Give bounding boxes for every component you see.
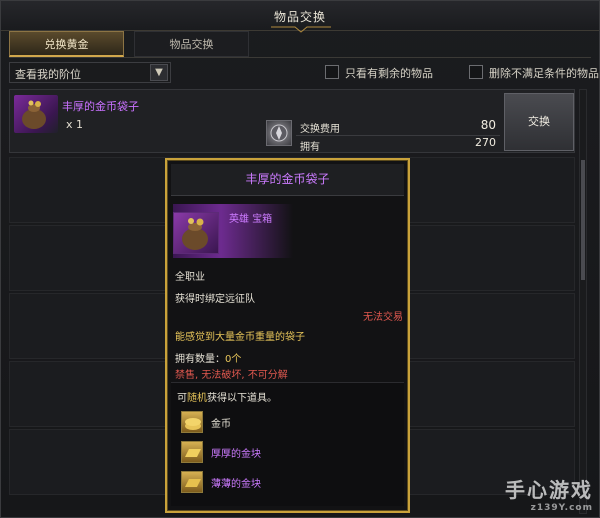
pouch-icon — [182, 218, 208, 250]
random-prefix: 可 — [177, 393, 187, 404]
tooltip-title: 丰厚的金币袋子 — [171, 164, 404, 196]
checkbox-box[interactable] — [325, 65, 339, 79]
item-tooltip: 丰厚的金币袋子 英雄 宝箱 全职业 获得时绑定远征队 无法交易 能感觉到大量金币… — [165, 158, 410, 513]
tab-bar: 兑换黄金 物品交换 — [9, 31, 591, 57]
gold-bar-icon — [181, 471, 203, 493]
class-requirement: 全职业 — [175, 272, 205, 283]
restrictions: 禁售, 无法破坏, 不可分解 — [175, 370, 288, 381]
gold-pouch-icon — [14, 95, 58, 133]
coins-icon — [185, 418, 201, 430]
item-name: 丰厚的金币袋子 — [62, 100, 139, 113]
item-grade: 英雄 宝箱 — [229, 214, 273, 225]
reward-name: 金币 — [211, 419, 231, 430]
owned-label: 拥有 — [300, 142, 320, 153]
exchange-button[interactable]: 交换 — [504, 93, 574, 151]
gold-bar-icon — [181, 441, 203, 463]
site-watermark: 手心游戏 z139Y.com — [505, 474, 593, 513]
remaining-only-checkbox[interactable]: 只看有剩余的物品 — [325, 64, 465, 82]
item-quantity: x 1 — [66, 118, 84, 131]
tab-divider — [9, 57, 591, 58]
checkbox-box[interactable] — [469, 65, 483, 79]
tab-exchange-gold[interactable]: 兑换黄金 — [9, 31, 124, 57]
trade-status: 无法交易 — [363, 312, 403, 323]
gold-pouch-icon — [173, 212, 219, 254]
random-word: 随机 — [187, 393, 207, 404]
title-bar: 物品交换 — [1, 1, 599, 33]
currency-icon — [266, 120, 292, 146]
cost-value: 80 — [480, 118, 496, 132]
owned-count-value: 0个 — [225, 354, 242, 365]
checkbox-label: 只看有剩余的物品 — [345, 67, 433, 80]
reward-name: 薄薄的金块 — [211, 479, 261, 490]
random-reward-box: 可随机获得以下道具。 金币 厚厚的金块 薄薄的金块 — [171, 382, 404, 506]
binding-info: 获得时绑定远征队 — [175, 294, 255, 305]
pouch-icon — [22, 100, 46, 129]
gold-bar-shape-icon — [185, 449, 201, 457]
item-description: 能感觉到大量金币重量的袋子 — [175, 332, 305, 343]
list-item[interactable]: 丰厚的金币袋子 x 1 交换费用 80 拥有 270 交换 — [9, 89, 575, 153]
scroll-thumb[interactable] — [581, 160, 585, 280]
remove-unmet-checkbox[interactable]: 删除不满足条件的物品 — [469, 64, 599, 82]
list-scrollbar[interactable] — [579, 89, 587, 514]
filter-bar: 查看我的阶位 ▼ 只看有剩余的物品 删除不满足条件的物品 — [9, 61, 599, 85]
gold-bar-shape-icon — [185, 479, 201, 487]
owned-count: 拥有数量：0个 — [175, 350, 241, 365]
owned-value: 270 — [475, 136, 496, 149]
random-reward-text: 可随机获得以下道具。 — [177, 389, 277, 404]
checkbox-label: 删除不满足条件的物品 — [489, 67, 599, 80]
cost-label: 交换费用 — [300, 124, 340, 135]
reward-name: 厚厚的金块 — [211, 449, 261, 460]
gold-coin-icon — [181, 411, 203, 433]
tier-dropdown[interactable]: 查看我的阶位 ▼ — [9, 62, 171, 83]
dropdown-value: 查看我的阶位 — [15, 68, 81, 81]
owned-count-label: 拥有数量： — [175, 354, 225, 365]
tab-item-exchange[interactable]: 物品交换 — [134, 31, 249, 57]
watermark-text: 手心游戏 — [505, 478, 593, 502]
coin-emblem-icon — [270, 124, 288, 142]
random-suffix: 获得以下道具。 — [207, 393, 277, 404]
watermark-sub: z139Y.com — [530, 503, 593, 513]
chevron-down-icon[interactable]: ▼ — [150, 64, 168, 81]
exchange-window: 物品交换 兑换黄金 物品交换 查看我的阶位 ▼ 只看有剩余的物品 删除不满足条件… — [0, 0, 600, 518]
